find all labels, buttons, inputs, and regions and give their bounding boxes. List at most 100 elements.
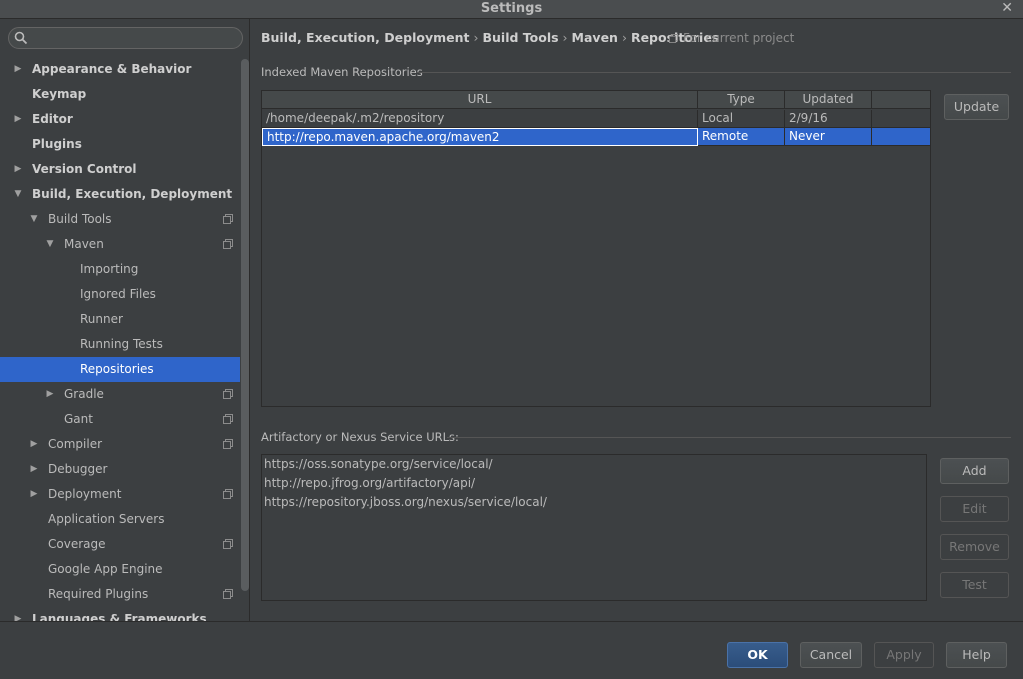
list-item[interactable]: http://repo.jfrog.org/artifactory/api/ <box>262 474 926 493</box>
sidebar-scrollbar[interactable] <box>240 59 249 619</box>
sidebar-item-plugins[interactable]: Plugins <box>0 132 240 157</box>
sidebar-item-label: Editor <box>32 112 73 126</box>
sidebar-item-debugger[interactable]: ▶ Debugger <box>0 457 240 482</box>
sidebar-item-label: Running Tests <box>80 337 163 351</box>
scrollbar-thumb[interactable] <box>241 59 249 591</box>
window-titlebar: Settings ✕ <box>0 0 1023 19</box>
chevron-down-icon[interactable]: ▼ <box>28 207 40 232</box>
service-url-list[interactable]: https://oss.sonatype.org/service/local/ … <box>261 454 927 601</box>
section-divider <box>417 72 1011 73</box>
breadcrumb-separator: › <box>621 30 627 45</box>
chevron-right-icon[interactable]: ▶ <box>44 382 56 407</box>
column-header-updated[interactable]: Updated <box>785 91 872 109</box>
sidebar-item-label: Deployment <box>48 487 122 501</box>
sidebar-item-label: Appearance & Behavior <box>32 62 192 76</box>
cell-type: Remote <box>698 128 785 146</box>
sidebar-item-editor[interactable]: ▶ Editor <box>0 107 240 132</box>
chevron-down-icon[interactable]: ▼ <box>12 182 24 207</box>
breadcrumb-separator: › <box>562 30 568 45</box>
project-scope-icon <box>223 414 233 424</box>
sidebar-item-languages-frameworks[interactable]: ▶ Languages & Frameworks <box>0 607 240 621</box>
chevron-right-icon[interactable]: ▶ <box>28 457 40 482</box>
chevron-right-icon[interactable]: ▶ <box>12 57 24 82</box>
dialog-footer: OK Cancel Apply Help <box>0 621 1023 679</box>
column-header-url[interactable]: URL <box>262 91 698 109</box>
settings-sidebar: ▶ Appearance & Behavior Keymap ▶ Editor … <box>0 19 250 621</box>
sidebar-item-label: Compiler <box>48 437 103 451</box>
add-button[interactable]: Add <box>940 458 1009 484</box>
sidebar-item-label: Version Control <box>32 162 137 176</box>
sidebar-item-gant[interactable]: Gant <box>0 407 240 432</box>
breadcrumb-item[interactable]: Build Tools <box>482 30 558 45</box>
sidebar-item-gradle[interactable]: ▶ Gradle <box>0 382 240 407</box>
close-icon[interactable]: ✕ <box>1001 0 1013 16</box>
sidebar-item-label: Languages & Frameworks <box>32 612 207 621</box>
breadcrumb-item[interactable]: Build, Execution, Deployment <box>261 30 469 45</box>
sidebar-item-build-tools[interactable]: ▼ Build Tools <box>0 207 240 232</box>
sidebar-item-label: Plugins <box>32 137 82 151</box>
search-input[interactable] <box>33 30 233 46</box>
breadcrumb-separator: › <box>473 30 479 45</box>
sidebar-item-importing[interactable]: Importing <box>0 257 240 282</box>
chevron-right-icon[interactable]: ▶ <box>12 107 24 132</box>
project-scope-icon <box>223 539 233 549</box>
breadcrumb-item[interactable]: Maven <box>572 30 618 45</box>
sidebar-item-required-plugins[interactable]: Required Plugins <box>0 582 240 607</box>
sidebar-item-keymap[interactable]: Keymap <box>0 82 240 107</box>
table-header: URL Type Updated <box>262 91 930 109</box>
ok-button[interactable]: OK <box>727 642 788 668</box>
scope-note: For current project <box>669 31 794 45</box>
sidebar-item-compiler[interactable]: ▶ Compiler <box>0 432 240 457</box>
table-row[interactable]: /home/deepak/.m2/repository Local 2/9/16 <box>262 110 930 128</box>
chevron-down-icon[interactable]: ▼ <box>44 232 56 257</box>
settings-tree: ▶ Appearance & Behavior Keymap ▶ Editor … <box>0 57 249 621</box>
sidebar-item-label: Build, Execution, Deployment <box>32 187 233 201</box>
sidebar-item-coverage[interactable]: Coverage <box>0 532 240 557</box>
sidebar-item-application-servers[interactable]: Application Servers <box>0 507 240 532</box>
sidebar-item-runner[interactable]: Runner <box>0 307 240 332</box>
sidebar-item-google-app-engine[interactable]: Google App Engine <box>0 557 240 582</box>
sidebar-item-build-execution-deployment[interactable]: ▼ Build, Execution, Deployment <box>0 182 240 207</box>
list-item[interactable]: https://repository.jboss.org/nexus/servi… <box>262 493 926 512</box>
sidebar-item-version-control[interactable]: ▶ Version Control <box>0 157 240 182</box>
chevron-right-icon[interactable]: ▶ <box>12 607 24 621</box>
project-scope-icon <box>223 389 233 399</box>
sidebar-item-repositories[interactable]: Repositories <box>0 357 249 382</box>
sidebar-item-label: Repositories <box>80 362 154 376</box>
test-button[interactable]: Test <box>940 572 1009 598</box>
apply-button[interactable]: Apply <box>874 642 934 668</box>
table-row-selected[interactable]: http://repo.maven.apache.org/maven2 Remo… <box>262 128 930 146</box>
sidebar-item-label: Coverage <box>48 537 106 551</box>
sidebar-item-maven[interactable]: ▼ Maven <box>0 232 240 257</box>
cancel-button[interactable]: Cancel <box>800 642 862 668</box>
indexed-repos-title: Indexed Maven Repositories <box>261 65 423 79</box>
sidebar-item-label: Maven <box>64 237 104 251</box>
project-scope-icon <box>223 439 233 449</box>
sidebar-item-running-tests[interactable]: Running Tests <box>0 332 240 357</box>
sidebar-item-label: Runner <box>80 312 123 326</box>
sidebar-item-appearance-behavior[interactable]: ▶ Appearance & Behavior <box>0 57 240 82</box>
indexed-repos-table[interactable]: URL Type Updated /home/deepak/.m2/reposi… <box>261 90 931 407</box>
sidebar-item-label: Importing <box>80 262 139 276</box>
artifactory-title: Artifactory or Nexus Service URLs: <box>261 430 459 444</box>
project-scope-icon <box>669 34 678 43</box>
cell-updated: Never <box>785 128 872 146</box>
help-button[interactable]: Help <box>946 642 1007 668</box>
edit-button[interactable]: Edit <box>940 496 1009 522</box>
section-divider <box>447 437 1011 438</box>
chevron-right-icon[interactable]: ▶ <box>28 482 40 507</box>
search-field[interactable] <box>8 27 243 49</box>
column-header-type[interactable]: Type <box>698 91 785 109</box>
sidebar-item-label: Application Servers <box>48 512 165 526</box>
sidebar-item-ignored-files[interactable]: Ignored Files <box>0 282 240 307</box>
update-button[interactable]: Update <box>944 94 1009 120</box>
sidebar-item-label: Google App Engine <box>48 562 163 576</box>
remove-button[interactable]: Remove <box>940 534 1009 560</box>
chevron-right-icon[interactable]: ▶ <box>28 432 40 457</box>
sidebar-item-label: Gradle <box>64 387 104 401</box>
sidebar-item-label: Keymap <box>32 87 87 101</box>
list-item[interactable]: https://oss.sonatype.org/service/local/ <box>262 455 926 474</box>
chevron-right-icon[interactable]: ▶ <box>12 157 24 182</box>
cell-url: http://repo.maven.apache.org/maven2 <box>262 128 698 146</box>
sidebar-item-deployment[interactable]: ▶ Deployment <box>0 482 240 507</box>
